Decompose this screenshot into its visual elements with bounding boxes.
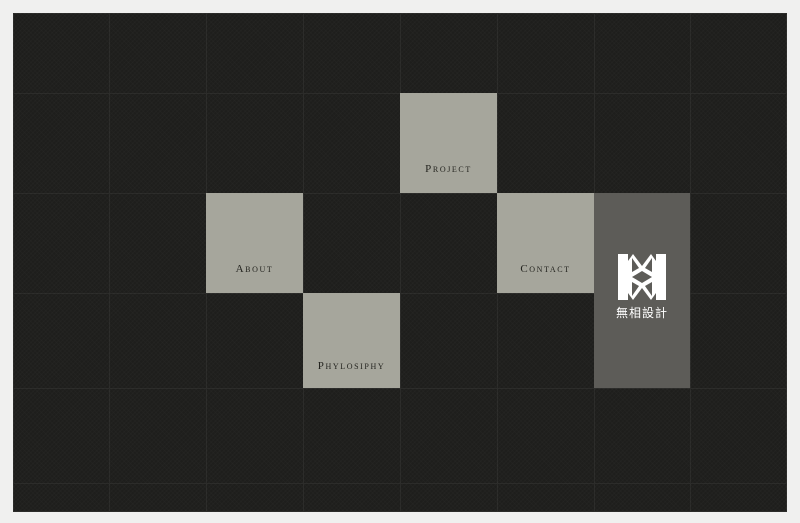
grid-line-vertical-3 (303, 13, 304, 512)
grid-line-horizontal-5 (13, 483, 787, 484)
tile-project-label: Project (425, 163, 472, 175)
tile-phylosiphy-label: Phylosiphy (317, 360, 386, 372)
logo-content: 無相設計 (594, 252, 690, 319)
grid-line-vertical-4 (400, 13, 401, 512)
tile-phylosiphy[interactable]: Phylosiphy (303, 293, 400, 388)
tile-about[interactable]: About (206, 193, 303, 293)
logo-wordmark: 無相設計 (615, 306, 668, 320)
grid-canvas: Project About Contact Phylosiphy 無相設計 (13, 13, 787, 512)
tile-project[interactable]: Project (400, 93, 497, 193)
grid-line-horizontal-0 (13, 13, 787, 14)
tile-contact[interactable]: Contact (497, 193, 594, 293)
tile-contact-label: Contact (520, 263, 571, 275)
tile-about-label: About (235, 263, 274, 275)
grid-line-horizontal-4 (13, 388, 787, 389)
page-root: Project About Contact Phylosiphy 無相設計 (0, 0, 800, 523)
hourglass-diamond-logo-icon (618, 254, 666, 300)
grid-line-vertical-0 (13, 13, 14, 512)
grid-line-vertical-8 (786, 13, 787, 512)
logo-panel[interactable]: 無相設計 (594, 193, 690, 388)
grid-line-vertical-7 (690, 13, 691, 512)
grid-line-vertical-1 (109, 13, 110, 512)
grid-line-horizontal-6 (13, 511, 787, 512)
